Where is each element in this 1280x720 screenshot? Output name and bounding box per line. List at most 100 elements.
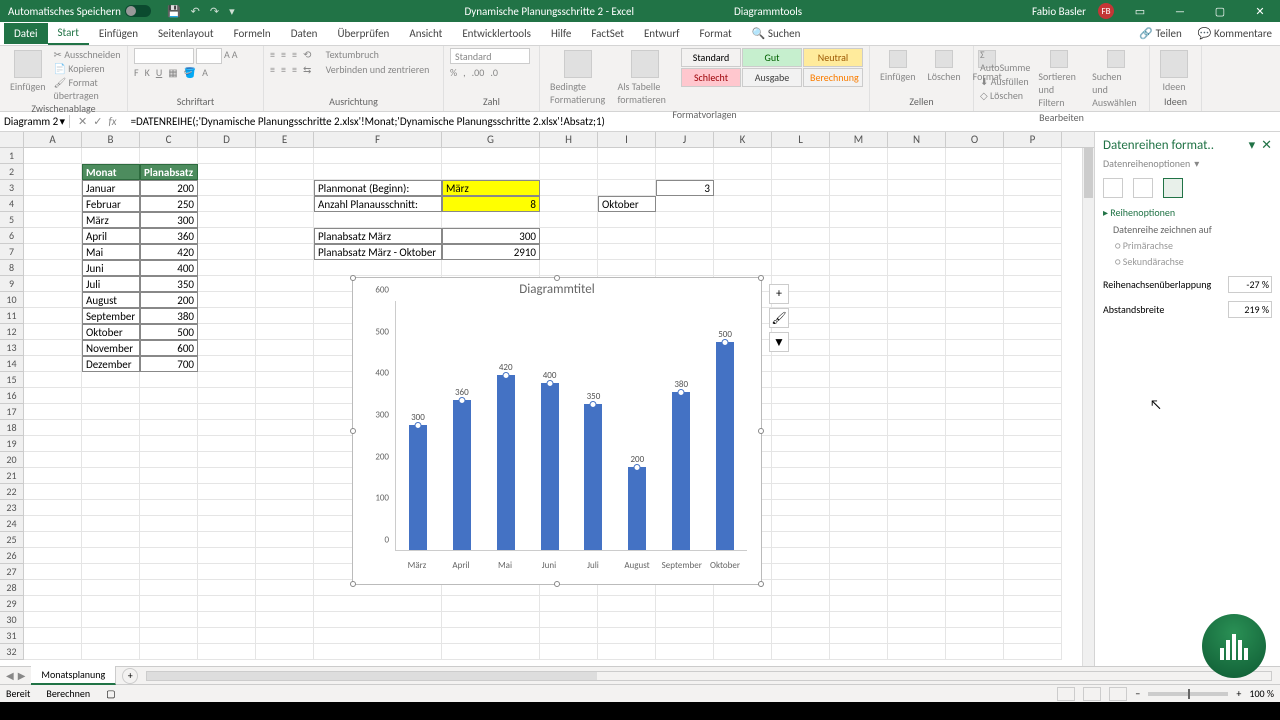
page-break-view-button[interactable] xyxy=(1109,687,1127,701)
series-options-tab-icon[interactable] xyxy=(1163,178,1183,198)
cell-styles-gallery[interactable]: Standard Gut Neutral Schlecht Ausgabe Be… xyxy=(681,48,863,87)
gap-width-input[interactable] xyxy=(1228,301,1272,318)
macro-record-icon[interactable]: ▢ xyxy=(106,687,115,700)
tab-format[interactable]: Format xyxy=(690,23,742,44)
name-box[interactable]: Diagramm 2▾ xyxy=(0,115,70,128)
find-select-button[interactable]: Suchen und Auswählen xyxy=(1088,48,1143,111)
chart-title[interactable]: Diagrammtitel xyxy=(353,278,761,301)
sheet-tab-monatsplanung[interactable]: Monatsplanung xyxy=(31,666,116,685)
format-painter-button[interactable]: 🖌 Format übertragen xyxy=(54,76,121,102)
font-name-select[interactable] xyxy=(134,48,194,64)
worksheet-grid[interactable]: A B C D E F G H I J K L M N O P 12MonatP… xyxy=(0,132,1094,666)
formula-input[interactable]: =DATENREIHE(;'Dynamische Planungsschritt… xyxy=(125,115,1280,128)
tab-entwicklertools[interactable]: Entwicklertools xyxy=(452,23,541,44)
zoom-in-button[interactable]: + xyxy=(1236,687,1241,700)
save-icon[interactable]: 💾 xyxy=(167,5,181,18)
context-tab-title: Diagrammtools xyxy=(734,5,802,18)
sheet-tab-bar: ◀ ▶ Monatsplanung + xyxy=(0,666,1280,684)
format-data-series-panel: Datenreihen format.. ▾✕ Datenreihenoptio… xyxy=(1094,132,1280,666)
delete-cells-button[interactable]: Löschen xyxy=(924,48,965,85)
add-sheet-button[interactable]: + xyxy=(122,668,138,684)
chart-data-series[interactable]: 300360420400350200380500 xyxy=(395,301,747,551)
primary-axis-radio[interactable]: ○ Primärachse xyxy=(1115,239,1272,252)
chart-object[interactable]: + 🖌 ▼ Diagrammtitel 0100200300400500600 … xyxy=(352,277,762,585)
sheet-nav-next-icon[interactable]: ▶ xyxy=(18,669,26,682)
cut-button[interactable]: ✂ Ausschneiden xyxy=(54,48,121,61)
grow-font-icon[interactable]: A xyxy=(224,48,230,64)
tab-suchen[interactable]: 🔍 Suchen xyxy=(742,23,811,44)
underline-icon[interactable]: U xyxy=(156,66,162,79)
series-options-section[interactable]: Reihenoptionen xyxy=(1110,206,1175,219)
plot-on-label: Datenreihe zeichnen auf xyxy=(1113,223,1272,236)
tab-factset[interactable]: FactSet xyxy=(581,23,634,44)
effects-tab-icon[interactable] xyxy=(1133,178,1153,198)
cancel-formula-icon[interactable]: ✕ xyxy=(78,115,87,128)
chart-filter-button[interactable]: ▼ xyxy=(769,332,789,352)
minimize-icon[interactable]: — xyxy=(1166,5,1194,18)
horizontal-scrollbar[interactable] xyxy=(146,671,1272,681)
copy-button[interactable]: 📄 Kopieren xyxy=(54,62,121,75)
status-calc: Berechnen xyxy=(46,687,90,700)
enter-formula-icon[interactable]: ✓ xyxy=(93,115,102,128)
panel-dropdown-icon[interactable]: ▾ xyxy=(1249,138,1256,153)
share-button[interactable]: 🔗 Teilen xyxy=(1131,23,1189,44)
fill-line-tab-icon[interactable] xyxy=(1103,178,1123,198)
autosave-toggle[interactable]: Automatisches Speichern xyxy=(8,5,151,18)
panel-subtitle[interactable]: Datenreihenoptionen xyxy=(1103,157,1190,170)
tab-entwurf[interactable]: Entwurf xyxy=(634,23,690,44)
font-color-icon[interactable]: A xyxy=(202,66,208,79)
insert-cells-button[interactable]: Einfügen xyxy=(876,48,920,85)
number-format-select[interactable]: Standard xyxy=(450,48,530,64)
italic-icon[interactable]: K xyxy=(145,66,150,79)
series-overlap-input[interactable] xyxy=(1228,276,1272,293)
tab-formeln[interactable]: Formeln xyxy=(224,23,281,44)
tab-ueberpruefen[interactable]: Überprüfen xyxy=(327,23,399,44)
tab-ansicht[interactable]: Ansicht xyxy=(399,23,452,44)
chart-styles-button[interactable]: 🖌 xyxy=(769,308,789,328)
font-size-select[interactable] xyxy=(196,48,222,64)
tab-seitenlayout[interactable]: Seitenlayout xyxy=(148,23,224,44)
comments-button[interactable]: 💬 Kommentare xyxy=(1190,23,1280,44)
maximize-icon[interactable]: ▢ xyxy=(1206,5,1234,18)
wrap-text-button[interactable]: Textumbruch xyxy=(326,48,379,61)
fill-button[interactable]: ⬇ Ausfüllen xyxy=(980,75,1030,88)
conditional-format-button[interactable]: Bedingte Formatierung xyxy=(546,48,609,108)
panel-close-icon[interactable]: ✕ xyxy=(1261,138,1272,153)
secondary-axis-radio[interactable]: ○ Sekundärachse xyxy=(1115,255,1272,268)
ribbon-options-icon[interactable]: ▭ xyxy=(1126,5,1154,18)
vertical-scrollbar[interactable] xyxy=(1082,148,1094,666)
tab-hilfe[interactable]: Hilfe xyxy=(541,23,581,44)
paste-button[interactable]: Einfügen xyxy=(6,48,50,95)
tab-daten[interactable]: Daten xyxy=(281,23,328,44)
page-layout-view-button[interactable] xyxy=(1083,687,1101,701)
fill-color-icon[interactable]: 🪣 xyxy=(184,66,196,79)
clear-button[interactable]: ◇ Löschen xyxy=(980,89,1030,102)
ribbon: Einfügen ✂ Ausschneiden 📄 Kopieren 🖌 For… xyxy=(0,46,1280,112)
tab-datei[interactable]: Datei xyxy=(4,23,48,44)
sheet-nav-prev-icon[interactable]: ◀ xyxy=(6,669,14,682)
select-all-corner[interactable] xyxy=(0,132,24,147)
undo-icon[interactable]: ↶ xyxy=(191,5,200,18)
shrink-font-icon[interactable]: A xyxy=(232,48,238,64)
autosum-button[interactable]: Σ AutoSumme xyxy=(980,48,1030,74)
col-header[interactable]: A xyxy=(24,132,82,147)
ideas-button[interactable]: Ideen xyxy=(1156,48,1192,95)
formula-bar: Diagramm 2▾ ✕ ✓ fx =DATENREIHE(;'Dynamisch… xyxy=(0,112,1280,132)
chart-elements-button[interactable]: + xyxy=(769,284,789,304)
bold-icon[interactable]: F xyxy=(134,66,139,79)
zoom-level[interactable]: 100 % xyxy=(1249,687,1274,700)
normal-view-button[interactable] xyxy=(1057,687,1075,701)
zoom-out-button[interactable]: − xyxy=(1135,687,1140,700)
zoom-slider[interactable] xyxy=(1148,692,1228,696)
format-as-table-button[interactable]: Als Tabelle formatieren xyxy=(613,48,677,108)
group-font-label: Schriftart xyxy=(134,95,257,109)
tab-start[interactable]: Start xyxy=(48,22,89,45)
user-avatar[interactable]: FB xyxy=(1098,3,1114,19)
tab-einfuegen[interactable]: Einfügen xyxy=(89,23,148,44)
border-icon[interactable]: ▦ xyxy=(168,66,177,79)
redo-icon[interactable]: ↷ xyxy=(210,5,219,18)
merge-button[interactable]: Verbinden und zentrieren xyxy=(326,63,430,76)
close-icon[interactable]: ✕ xyxy=(1246,5,1274,18)
fx-icon[interactable]: fx xyxy=(108,115,116,128)
sort-filter-button[interactable]: Sortieren und Filtern xyxy=(1034,48,1084,111)
